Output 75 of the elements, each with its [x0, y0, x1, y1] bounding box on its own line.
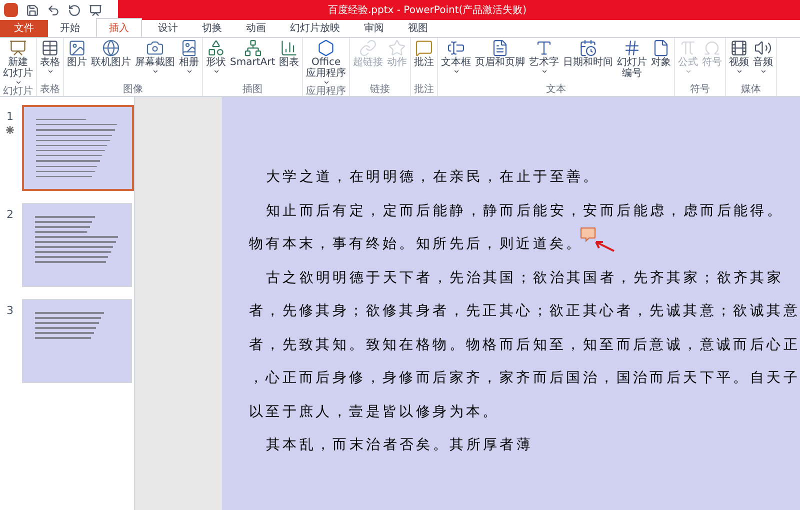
ribbon-button[interactable]: 批注: [412, 38, 436, 84]
slide-text-line: 古之欲明明德于天下者，先治其国；欲治其国者，先齐其家；欲齐其家: [266, 268, 784, 288]
slide-text-line: 其本乱，而末治者否矣。其所厚者薄: [266, 436, 534, 456]
group-label: 应用程序: [305, 86, 348, 98]
ribbon-button[interactable]: 音频: [751, 38, 776, 84]
ribbon-button[interactable]: SmartArt: [228, 38, 278, 84]
ribbon-tab[interactable]: 动画: [234, 20, 278, 37]
shapes-icon: [207, 39, 225, 57]
ribbon-tab[interactable]: 审阅: [352, 20, 396, 37]
ribbon-tab[interactable]: 设计: [146, 20, 190, 37]
slide-text-line: 大学之道，在明明德，在亲民，在止于至善。: [266, 168, 600, 188]
ribbon-button[interactable]: 屏幕截图: [133, 38, 177, 84]
group-label: 链接: [369, 84, 392, 96]
letter-icon: [535, 39, 554, 57]
table-icon: [41, 39, 59, 57]
ribbon-button[interactable]: 文本框: [439, 38, 474, 84]
animation-star-icon: [6, 126, 14, 134]
bar-chart-icon: [280, 39, 298, 57]
group-label: 媒体: [740, 84, 762, 96]
ribbon-button[interactable]: Office 应用程序: [304, 38, 348, 86]
redo-icon[interactable]: [68, 4, 81, 16]
presenter-icon[interactable]: [89, 4, 102, 16]
speaker-icon: [754, 39, 772, 57]
ribbon-tab[interactable]: 开始: [48, 20, 92, 37]
calendar-clock-icon: [579, 39, 598, 57]
comment-icon: [415, 39, 434, 57]
text-box-icon: [447, 39, 466, 57]
group-label: 表格: [39, 84, 61, 96]
group-label: 图像: [122, 84, 144, 96]
app-logo-icon[interactable]: [4, 3, 18, 17]
ribbon-button[interactable]: 日期和时间: [561, 38, 616, 84]
ribbon-tab[interactable]: 视图: [396, 20, 440, 37]
undo-icon[interactable]: [47, 4, 60, 16]
ribbon-button[interactable]: 图片: [65, 38, 89, 84]
ribbon-button[interactable]: 对象: [649, 38, 674, 84]
slide-text-line: 物有本末，事有终始。知所先后，则近道矣。: [248, 235, 583, 254]
window-title: 百度经验.pptx - PowerPoint(产品激活失败): [328, 4, 527, 18]
photo-album-icon: [180, 39, 198, 57]
group-label: 插图: [242, 84, 264, 96]
slide-number: 3: [6, 303, 14, 319]
save-icon[interactable]: [26, 4, 39, 16]
ribbon-button[interactable]: 新建 幻灯片: [1, 38, 35, 86]
group-label: 符号: [689, 84, 712, 96]
ribbon-tab[interactable]: 切换: [190, 20, 234, 37]
new-slide-icon: [9, 39, 27, 57]
slide-text-line: 以至于庶人，壹是皆以修身为本。: [248, 402, 500, 422]
diagram-icon: [244, 39, 262, 57]
hash-icon: [623, 39, 642, 57]
ribbon-button[interactable]: 形状: [204, 38, 228, 84]
ribbon-button[interactable]: 图表: [277, 38, 302, 84]
ribbon-button[interactable]: 联机图片: [89, 38, 133, 84]
slide-text-line: ，心正而后身修，身修而后家齐，家齐而后国治，国治而后天下平。自天子: [248, 369, 800, 388]
slide-number: 2: [6, 207, 14, 223]
ribbon-button[interactable]: 相册: [177, 38, 201, 84]
group-label: 文本: [545, 84, 568, 96]
ribbon-button[interactable]: 幻灯片 编号: [615, 38, 650, 84]
group-label: 批注: [413, 84, 436, 96]
ribbon-tab[interactable]: 幻灯片放映: [278, 20, 352, 37]
page-icon: [491, 39, 510, 57]
group-label: 幻灯片: [2, 86, 34, 98]
ribbon-button[interactable]: 表格: [38, 38, 62, 84]
slide-number: 1: [6, 109, 14, 125]
slide-text-line: 知止而后有定，定而后能静，静而后能安，安而后能虑，虑而后能得。: [266, 202, 784, 221]
picture-icon: [68, 39, 86, 57]
object-icon: [652, 39, 670, 57]
ribbon-button[interactable]: 页眉和页脚: [473, 38, 528, 84]
slide-text-line: 者，先修其身；欲修其身者，先正其心；欲正其心者，先诚其意；欲诚其意: [248, 302, 800, 322]
slide-thumbnail[interactable]: [22, 105, 134, 191]
ribbon-button[interactable]: 艺术字: [527, 38, 562, 84]
file-tab[interactable]: 文件: [0, 20, 48, 37]
camera-icon: [146, 39, 164, 57]
ribbon-button[interactable]: 视频: [727, 38, 752, 84]
ribbon-tab[interactable]: 插入: [96, 18, 142, 37]
film-icon: [730, 39, 748, 57]
slide-text-line: 者，先致其知。致知在格物。物格而后知至，知至而后意诚，意诚而后心正: [248, 336, 800, 355]
